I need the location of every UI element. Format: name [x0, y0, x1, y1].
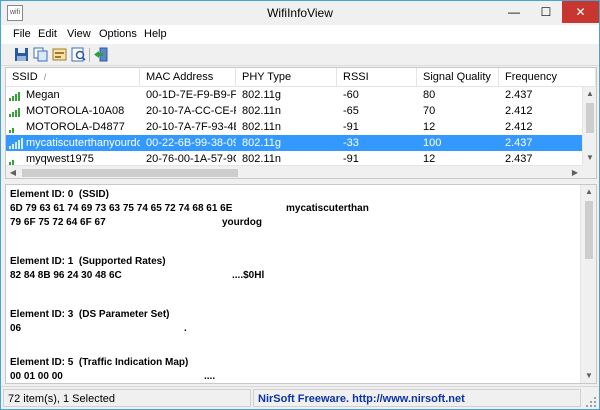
- element-5-title: Element ID: 5 (Traffic Indication Map): [10, 357, 189, 368]
- menu-options[interactable]: Options: [99, 28, 137, 40]
- element-3-hex: 06: [10, 323, 22, 334]
- menu-view[interactable]: View: [67, 28, 91, 40]
- element-1-hex: 82 84 8B 96 24 30 48 6C: [10, 270, 122, 281]
- scroll-up-icon[interactable]: ▲: [582, 185, 596, 199]
- scroll-down-icon[interactable]: ▼: [583, 151, 596, 165]
- element-0-ascii-line-1: mycatiscuterthan: [286, 203, 369, 214]
- column-phy-type[interactable]: PHY Type: [236, 68, 337, 87]
- cell-rssi: -60: [343, 89, 359, 101]
- table-row[interactable]: mycatiscuterthanyourdog 00-22-6B-99-38-09…: [6, 135, 582, 151]
- list-header: SSID / MAC Address PHY Type RSSI Signal Q…: [6, 68, 596, 87]
- element-0-title: Element ID: 0 (SSID): [10, 189, 109, 200]
- table-row[interactable]: MOTOROLA-10A08 20-10-7A-CC-CE-F1 802.11n -6…: [6, 103, 582, 119]
- cell-frequency: 2.412: [505, 121, 533, 133]
- status-item-count: 72 item(s), 1 Selected: [3, 389, 251, 407]
- element-3-title: Element ID: 3 (DS Parameter Set): [10, 309, 170, 320]
- nirsoft-link[interactable]: NirSoft Freeware. http://www.nirsoft.net: [253, 389, 581, 407]
- cell-phy-type: 802.11g: [242, 89, 281, 101]
- cell-mac: 20-10-7A-CC-CE-F1: [146, 105, 236, 117]
- scroll-thumb[interactable]: [586, 103, 594, 133]
- menu-file[interactable]: File: [13, 28, 31, 40]
- column-ssid-label: SSID: [12, 71, 38, 83]
- cell-frequency: 2.412: [505, 105, 533, 117]
- element-5-hex: 00 01 00 00: [10, 371, 63, 382]
- element-0-hex-line-1: 6D 79 63 61 74 69 73 63 75 74 65 72 74 6…: [10, 203, 233, 214]
- signal-strength-icon: [9, 106, 23, 117]
- close-button[interactable]: ✕: [562, 1, 599, 23]
- signal-strength-icon: [9, 138, 23, 149]
- column-ssid[interactable]: SSID /: [6, 68, 140, 87]
- cell-mac: 00-22-6B-99-38-09: [146, 137, 236, 149]
- save-icon[interactable]: [13, 46, 30, 63]
- title-bar[interactable]: wifi WifiInfoView — ☐ ✕: [1, 1, 599, 25]
- cell-ssid: Megan: [6, 87, 140, 103]
- find-icon[interactable]: [70, 46, 87, 63]
- cell-ssid: MOTOROLA-D4877: [6, 119, 140, 135]
- scroll-left-icon[interactable]: ◀: [6, 166, 20, 178]
- scroll-up-icon[interactable]: ▲: [583, 87, 596, 101]
- element-3-ascii: .: [184, 323, 187, 334]
- scroll-right-icon[interactable]: ▶: [568, 166, 582, 178]
- details-vertical-scrollbar[interactable]: ▲ ▼: [580, 185, 596, 383]
- signal-strength-icon: [9, 122, 23, 133]
- menu-bar: File Edit View Options Help: [1, 25, 599, 44]
- minimize-button[interactable]: —: [498, 1, 530, 23]
- scroll-corner: [582, 165, 596, 178]
- column-frequency[interactable]: Frequency: [499, 68, 596, 87]
- list-horizontal-scrollbar[interactable]: ◀ ▶: [6, 165, 582, 178]
- toolbar-separator: [89, 48, 90, 62]
- table-row[interactable]: MOTOROLA-D4877 20-10-7A-7F-93-4B 802.11n -9…: [6, 119, 582, 135]
- cell-mac: 00-1D-7E-F9-B9-FA: [146, 89, 236, 101]
- cell-phy-type: 802.11g: [242, 137, 281, 149]
- cell-rssi: -33: [343, 137, 359, 149]
- column-mac[interactable]: MAC Address: [140, 68, 236, 87]
- cell-signal-quality: 70: [423, 105, 436, 117]
- scroll-thumb[interactable]: [585, 201, 593, 259]
- menu-edit[interactable]: Edit: [38, 28, 57, 40]
- table-row[interactable]: Megan 00-1D-7E-F9-B9-FA 802.11g -60 80 2.437: [6, 87, 582, 103]
- cell-mac: 20-10-7A-7F-93-4B: [146, 121, 236, 133]
- copy-icon[interactable]: [32, 46, 49, 63]
- ssid-text: MOTOROLA-10A08: [26, 105, 125, 117]
- cell-signal-quality: 80: [423, 89, 436, 101]
- cell-phy-type: 802.11n: [242, 105, 281, 117]
- column-rssi[interactable]: RSSI: [337, 68, 417, 87]
- resize-grip-icon[interactable]: [585, 396, 597, 408]
- column-signal-quality[interactable]: Signal Quality: [417, 68, 499, 87]
- list-vertical-scrollbar[interactable]: ▲ ▼: [582, 87, 596, 165]
- cell-ssid: mycatiscuterthanyourdog: [6, 135, 140, 151]
- cell-ssid: MOTOROLA-10A08: [6, 103, 140, 119]
- signal-strength-icon: [9, 90, 23, 101]
- cell-signal-quality: 12: [423, 121, 436, 133]
- element-details-pane[interactable]: Element ID: 0 (SSID) 6D 79 63 61 74 69 7…: [5, 184, 597, 384]
- cell-rssi: -65: [343, 105, 359, 117]
- element-1-ascii: ....$0Hl: [232, 270, 265, 281]
- menu-help[interactable]: Help: [144, 28, 167, 40]
- network-list[interactable]: SSID / MAC Address PHY Type RSSI Signal Q…: [5, 67, 597, 179]
- exit-icon[interactable]: [93, 46, 110, 63]
- scroll-down-icon[interactable]: ▼: [582, 369, 596, 383]
- element-0-hex-line-2: 79 6F 75 72 64 6F 67: [10, 217, 106, 228]
- element-0-ascii-line-2: yourdog: [222, 217, 262, 228]
- cell-signal-quality: 100: [423, 137, 442, 149]
- ssid-text: mycatiscuterthanyourdog: [26, 137, 140, 149]
- cell-phy-type: 802.11n: [242, 121, 281, 133]
- scroll-thumb[interactable]: [22, 169, 238, 177]
- sort-indicator-icon: /: [43, 72, 47, 82]
- element-5-ascii: ....: [204, 371, 216, 382]
- cell-frequency: 2.437: [505, 89, 533, 101]
- toolbar: [1, 44, 599, 66]
- app-window: wifi WifiInfoView — ☐ ✕ File Edit View O…: [0, 0, 600, 410]
- cell-frequency: 2.437: [505, 137, 533, 149]
- element-1-title: Element ID: 1 (Supported Rates): [10, 256, 166, 267]
- status-bar: 72 item(s), 1 Selected NirSoft Freeware.…: [1, 386, 599, 409]
- ssid-text: MOTOROLA-D4877: [26, 121, 125, 133]
- maximize-button[interactable]: ☐: [530, 1, 562, 23]
- properties-icon[interactable]: [51, 46, 68, 63]
- signal-strength-icon: [9, 154, 23, 165]
- cell-rssi: -91: [343, 121, 359, 133]
